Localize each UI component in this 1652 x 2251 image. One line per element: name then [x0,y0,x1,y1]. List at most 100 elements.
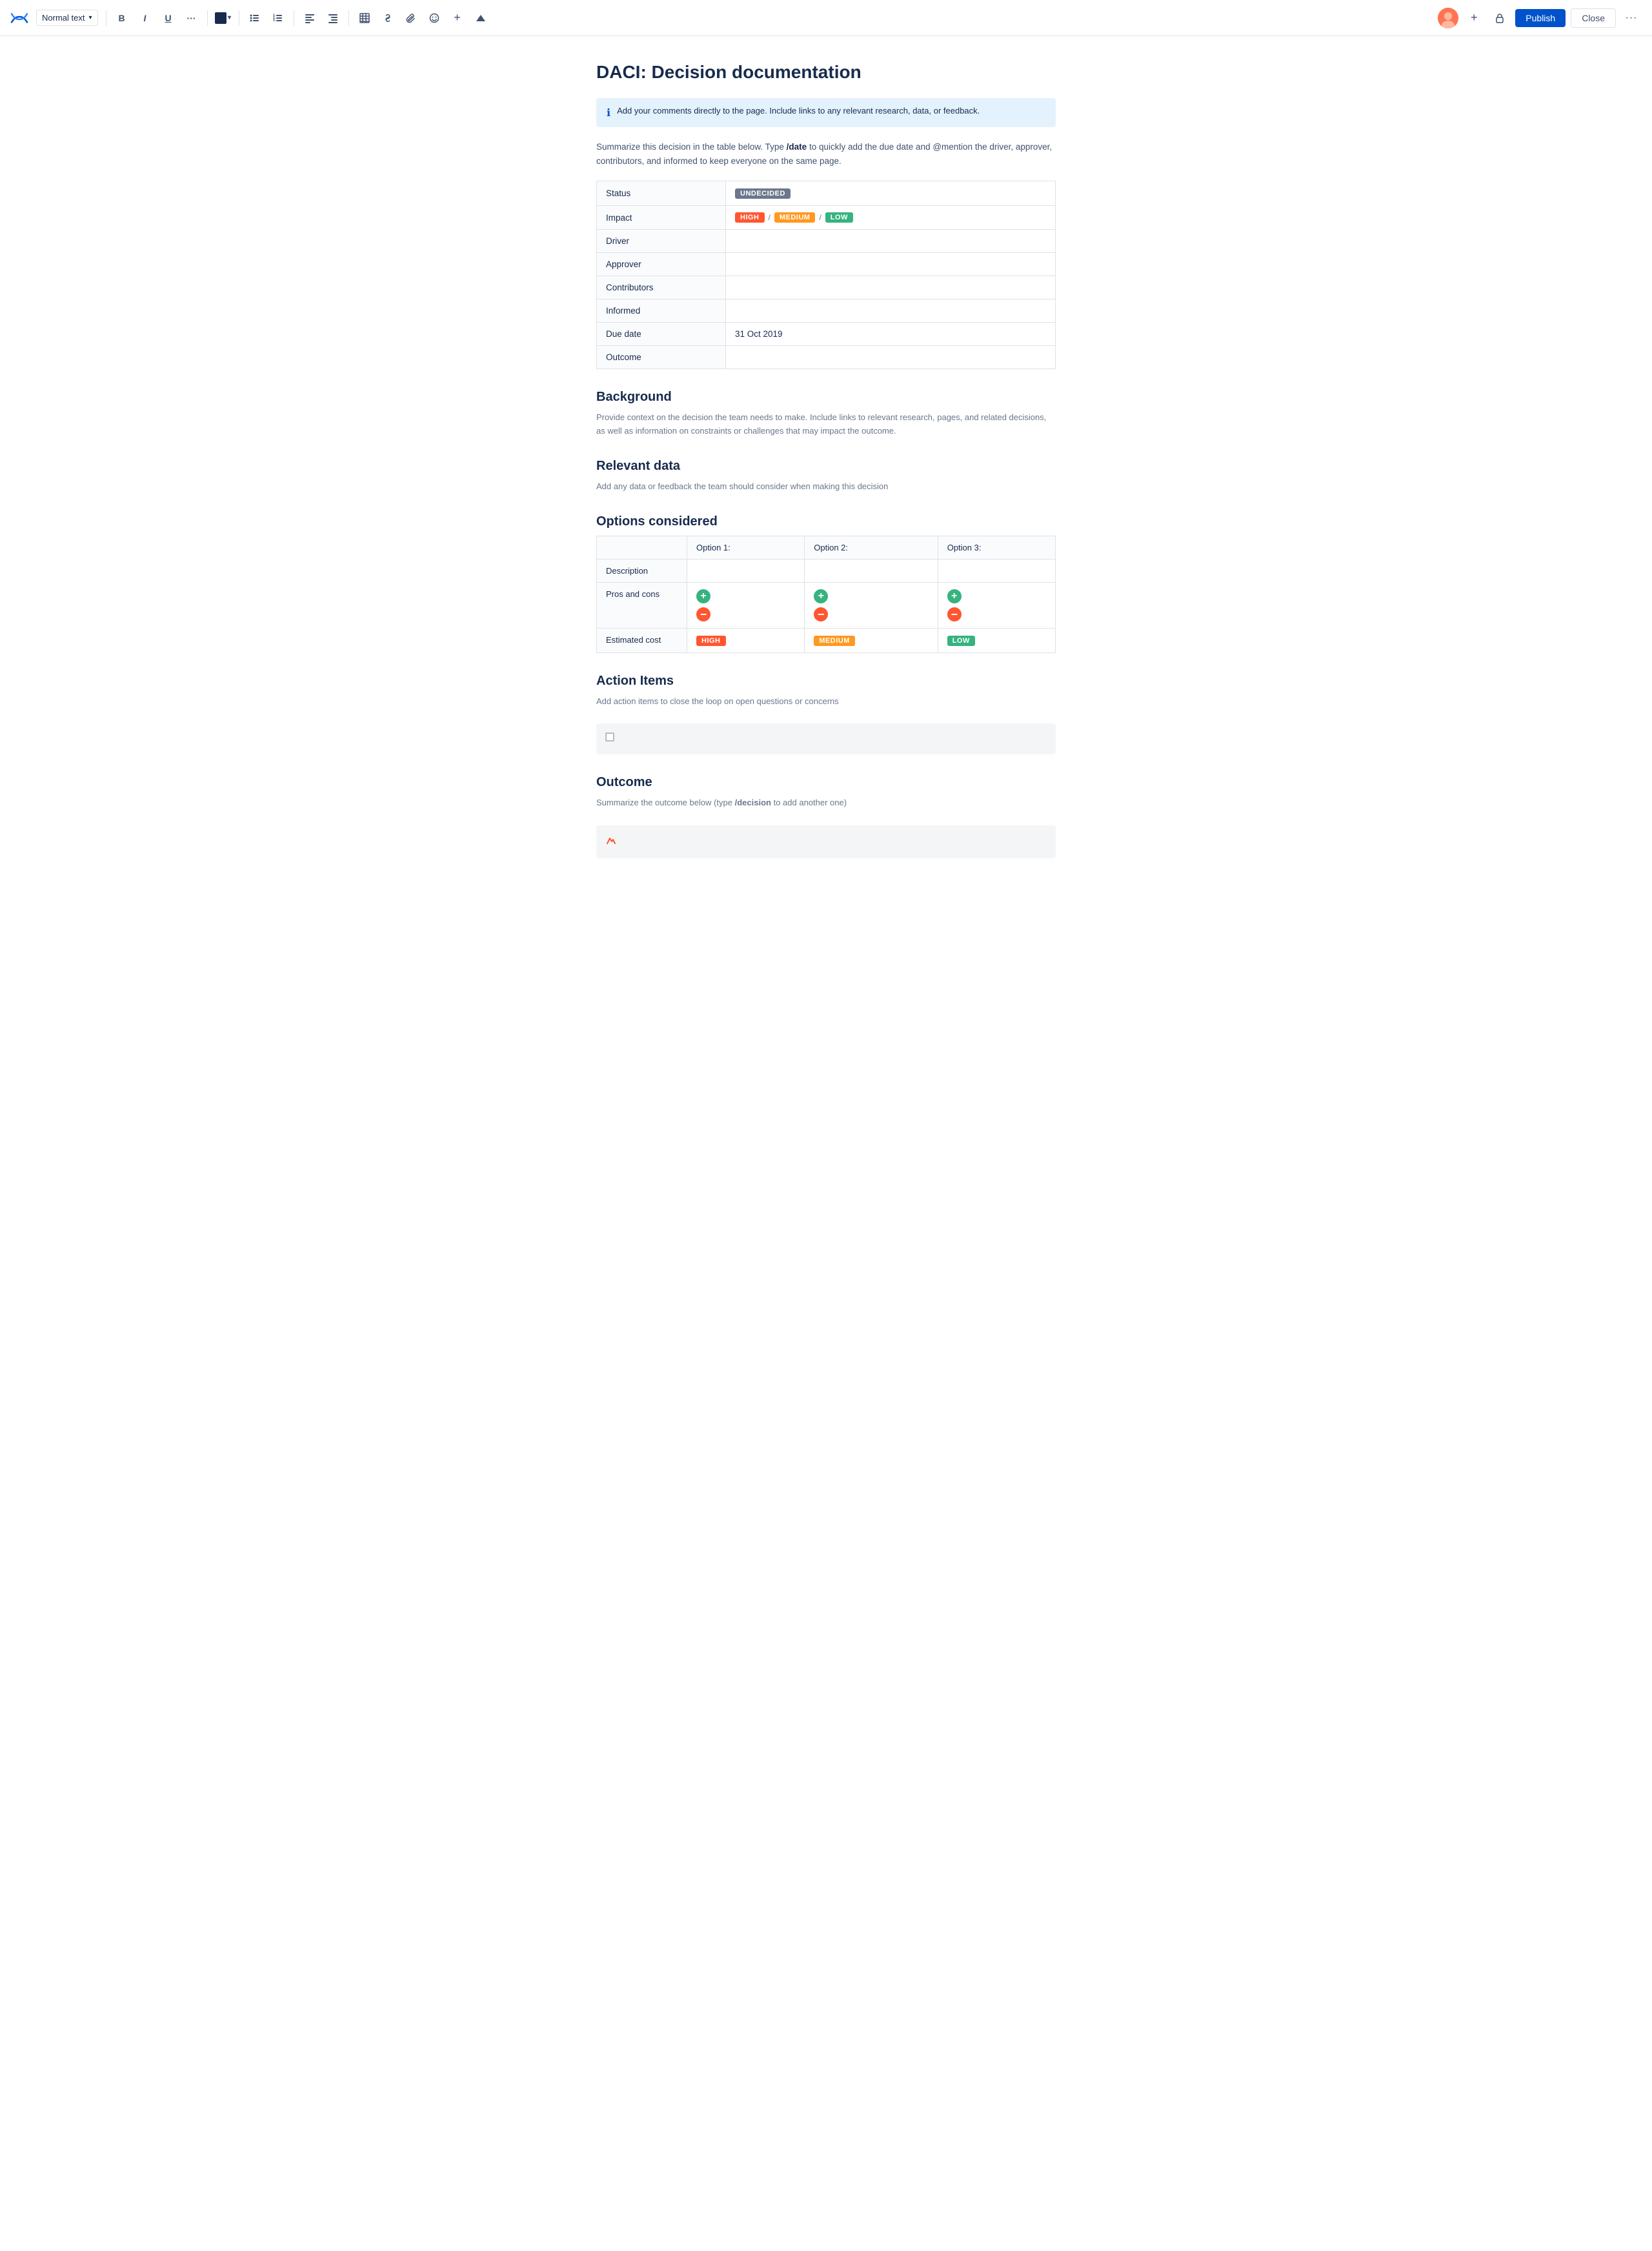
align-button[interactable] [299,8,320,28]
outcome-box[interactable] [596,825,1056,858]
more-formatting-button[interactable]: ··· [181,8,202,28]
outcome-title: Outcome [596,775,1056,790]
due-date-value[interactable]: 31 Oct 2019 [726,323,1056,346]
table-row-status: Status UNDECIDED [597,181,1056,206]
table-button[interactable] [354,8,375,28]
text-style-selector[interactable]: Normal text ▾ [36,10,98,26]
background-desc[interactable]: Provide context on the decision the team… [596,411,1056,438]
estimated-cost-option2[interactable]: MEDIUM [805,628,938,652]
more-options-button[interactable]: ··· [1621,8,1642,28]
impact-low-badge: LOW [825,212,853,223]
outcome-label: Outcome [597,346,726,369]
attachment-button[interactable] [401,8,421,28]
action-items-title: Action Items [596,674,1056,689]
checkbox-placeholder[interactable] [605,732,614,742]
cons-icon-3: − [947,607,962,621]
publish-button[interactable]: Publish [1515,9,1566,27]
pros-cons-option1[interactable]: + − [687,582,805,628]
estimated-cost-label: Estimated cost [597,628,687,652]
options-col-header-0 [597,536,687,559]
relevant-data-title: Relevant data [596,459,1056,474]
outcome-desc-1: Summarize the outcome below (type [596,798,735,807]
toolbar: Normal text ▾ B I U ··· ▾ 1.2.3. + [0,0,1652,36]
status-value[interactable]: UNDECIDED [726,181,1056,206]
cost-medium-badge: MEDIUM [814,636,855,646]
intro-paragraph: Summarize this decision in the table bel… [596,140,1056,168]
link-button[interactable] [378,8,398,28]
pros-cons-label: Pros and cons [597,582,687,628]
description-option3[interactable] [938,559,1055,582]
background-title: Background [596,390,1056,405]
impact-label: Impact [597,206,726,230]
pros-cons-1: + − [696,589,795,621]
pros-cons-2: + − [814,589,928,621]
daci-table: Status UNDECIDED Impact HIGH / MEDIUM / … [596,181,1056,369]
info-icon: ℹ [607,106,610,119]
indent-button[interactable] [323,8,343,28]
page-title[interactable]: DACI: Decision documentation [596,62,1056,83]
action-items-box[interactable] [596,723,1056,754]
bold-button[interactable]: B [112,8,132,28]
options-header-row: Option 1: Option 2: Option 3: [597,536,1056,559]
close-button[interactable]: Close [1571,8,1616,28]
color-button[interactable]: ▾ [213,8,234,28]
pros-cons-option2[interactable]: + − [805,582,938,628]
impact-badges: HIGH / MEDIUM / LOW [735,212,1046,223]
confluence-logo [10,9,28,27]
impact-high-badge: HIGH [735,212,765,223]
emoji-button[interactable] [424,8,445,28]
action-items-desc: Add action items to close the loop on op… [596,695,1056,709]
contributors-value[interactable] [726,276,1056,299]
italic-button[interactable]: I [135,8,156,28]
informed-label: Informed [597,299,726,323]
relevant-data-section: Relevant data Add any data or feedback t… [596,459,1056,494]
insert-button[interactable]: + [447,8,468,28]
options-row-pros-cons: Pros and cons + − + − [597,582,1056,628]
cost-high-badge: HIGH [696,636,726,646]
background-section: Background Provide context on the decisi… [596,390,1056,438]
options-col-header-1: Option 1: [687,536,805,559]
estimated-cost-option3[interactable]: LOW [938,628,1055,652]
insert-more-button[interactable] [470,8,491,28]
impact-value[interactable]: HIGH / MEDIUM / LOW [726,206,1056,230]
intro-text-1: Summarize this decision in the table bel… [596,142,787,152]
color-swatch [215,12,227,24]
svg-text:3.: 3. [273,19,276,23]
approver-value[interactable] [726,253,1056,276]
cost-low-badge: LOW [947,636,975,646]
decision-icon [605,836,617,849]
add-collaborator-button[interactable]: + [1464,8,1484,28]
impact-divider-1: / [769,213,771,222]
underline-button[interactable]: U [158,8,179,28]
relevant-data-desc[interactable]: Add any data or feedback the team should… [596,480,1056,494]
description-label: Description [597,559,687,582]
estimated-cost-option1[interactable]: HIGH [687,628,805,652]
informed-value[interactable] [726,299,1056,323]
numbered-list-button[interactable]: 1.2.3. [268,8,288,28]
avatar[interactable] [1438,8,1458,28]
description-option1[interactable] [687,559,805,582]
page-content: DACI: Decision documentation ℹ Add your … [581,36,1071,931]
table-row-contributors: Contributors [597,276,1056,299]
cons-icon-2: − [814,607,828,621]
driver-label: Driver [597,230,726,253]
options-section: Options considered Option 1: Option 2: O… [596,514,1056,653]
bullet-list-button[interactable] [245,8,265,28]
lock-button[interactable] [1489,8,1510,28]
impact-divider-2: / [819,213,821,222]
options-col-header-2: Option 2: [805,536,938,559]
table-row-driver: Driver [597,230,1056,253]
chevron-down-icon: ▾ [88,14,92,21]
outcome-value[interactable] [726,346,1056,369]
info-banner-text: Add your comments directly to the page. … [617,106,980,116]
pros-cons-option3[interactable]: + − [938,582,1055,628]
toolbar-divider-5 [348,10,349,26]
impact-medium-badge: MEDIUM [774,212,816,223]
table-row-approver: Approver [597,253,1056,276]
options-title: Options considered [596,514,1056,529]
table-row-due-date: Due date 31 Oct 2019 [597,323,1056,346]
table-row-impact: Impact HIGH / MEDIUM / LOW [597,206,1056,230]
description-option2[interactable] [805,559,938,582]
driver-value[interactable] [726,230,1056,253]
info-banner: ℹ Add your comments directly to the page… [596,98,1056,127]
